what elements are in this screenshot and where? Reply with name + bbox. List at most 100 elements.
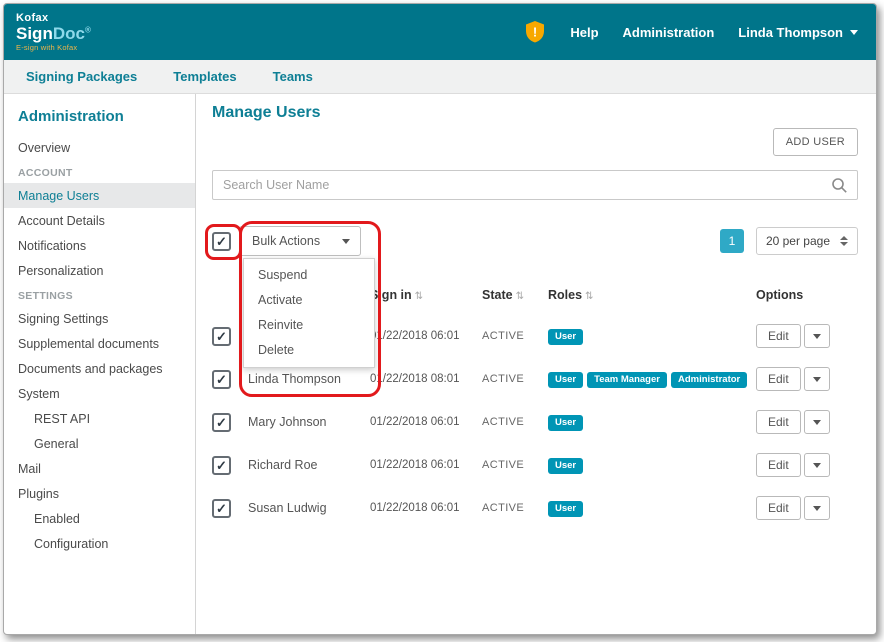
sign-in-date: 01/22/2018 08:01 [370,373,482,385]
options-cell: Edit [756,496,858,520]
svg-text:!: ! [533,25,537,40]
per-page-select[interactable]: 20 per page [756,227,858,255]
brand-tagline: E-sign with Kofax [16,44,91,52]
state-value: ACTIVE [482,330,548,342]
edit-button[interactable]: Edit [756,367,801,391]
kofax-signdoc-logo[interactable]: Kofax SignDoc® E-sign with Kofax [16,13,91,52]
warning-icon[interactable]: ! [524,20,546,44]
bulk-actions-label: Bulk Actions [240,234,332,248]
bulk-actions-caret [332,227,360,255]
sidebar-item-general[interactable]: General [4,431,195,456]
menu-item-suspend[interactable]: Suspend [244,263,374,288]
state-value: ACTIVE [482,373,548,385]
sidebar-item-rest-api[interactable]: REST API [4,406,195,431]
chevron-down-icon [813,420,821,425]
chevron-down-icon [850,30,858,35]
options-cell: Edit [756,324,858,348]
bulk-actions-button[interactable]: Bulk Actions [239,226,361,256]
column-header-signin[interactable]: Sign in⇅ [370,288,482,302]
row-checkbox[interactable]: ✓ [212,327,231,346]
user-name: Susan Ludwig [248,500,370,517]
sidebar-item-documents-and-packages[interactable]: Documents and packages [4,356,195,381]
edit-button[interactable]: Edit [756,453,801,477]
chevron-down-icon [813,463,821,468]
sidebar-item-plugins[interactable]: Plugins [4,481,195,506]
user-menu[interactable]: Linda Thompson [738,25,858,40]
edit-dropdown-button[interactable] [804,496,830,520]
edit-button[interactable]: Edit [756,410,801,434]
row-checkbox[interactable]: ✓ [212,456,231,475]
nav-teams[interactable]: Teams [273,69,313,84]
edit-button[interactable]: Edit [756,324,801,348]
sidebar-item-configuration[interactable]: Configuration [4,531,195,556]
manage-users-panel: Manage Users ADD USER ✓ Bulk Actions [196,94,876,634]
sidebar-item-notifications[interactable]: Notifications [4,233,195,258]
nav-templates[interactable]: Templates [173,69,236,84]
sidebar-item-system[interactable]: System [4,381,195,406]
add-user-button[interactable]: ADD USER [773,128,858,156]
sidebar-item-enabled[interactable]: Enabled [4,506,195,531]
brand-product-doc: Doc [53,24,85,43]
sidebar-item-overview[interactable]: Overview [4,135,195,160]
search-icon[interactable] [831,177,848,199]
row-checkbox[interactable]: ✓ [212,370,231,389]
role-badge: User [548,501,583,517]
edit-dropdown-button[interactable] [804,324,830,348]
state-value: ACTIVE [482,459,548,471]
registered-mark: ® [85,25,91,34]
sidebar-section-settings: SETTINGS [4,283,195,306]
bulk-actions-toolbar: ✓ Bulk Actions 1 20 per page [212,226,858,256]
admin-sidebar: Administration Overview ACCOUNT Manage U… [4,94,196,634]
sidebar-item-personalization[interactable]: Personalization [4,258,195,283]
nav-signing-packages[interactable]: Signing Packages [26,69,137,84]
table-row: ✓ Susan Ludwig 01/22/2018 06:01 ACTIVE U… [212,488,858,528]
app-window: Kofax SignDoc® E-sign with Kofax ! Help … [3,3,877,635]
chevron-down-icon [813,506,821,511]
menu-item-reinvite[interactable]: Reinvite [244,313,374,338]
role-badge: Administrator [671,372,747,388]
help-link[interactable]: Help [570,25,598,40]
brand-company: Kofax [16,13,91,24]
topbar-actions: ! Help Administration Linda Thompson [524,20,858,44]
bulk-actions-menu: Suspend Activate Reinvite Delete [243,258,375,368]
administration-link[interactable]: Administration [623,25,715,40]
options-cell: Edit [756,453,858,477]
roles-cell: UserTeam ManagerAdministrator [548,371,756,388]
user-name: Linda Thompson [248,371,370,388]
edit-dropdown-button[interactable] [804,367,830,391]
sidebar-item-manage-users[interactable]: Manage Users [4,183,195,208]
brand-product-sign: Sign [16,24,53,43]
column-header-state[interactable]: State⇅ [482,288,548,302]
row-checkbox[interactable]: ✓ [212,499,231,518]
sidebar-item-supplemental-documents[interactable]: Supplemental documents [4,331,195,356]
column-header-roles[interactable]: Roles⇅ [548,288,756,302]
edit-dropdown-button[interactable] [804,453,830,477]
sort-icon: ⇅ [516,291,524,302]
options-cell: Edit [756,410,858,434]
role-badge: Team Manager [587,372,667,388]
pagination-controls: 1 20 per page [720,227,858,255]
sidebar-item-mail[interactable]: Mail [4,456,195,481]
brand-product: SignDoc® [16,25,91,42]
state-value: ACTIVE [482,416,548,428]
chevron-down-icon [813,334,821,339]
select-updown-icon [840,236,848,246]
sidebar-item-signing-settings[interactable]: Signing Settings [4,306,195,331]
roles-cell: User [548,500,756,517]
roles-cell: User [548,328,756,345]
select-all-checkbox[interactable]: ✓ [212,232,231,251]
table-row: ✓ Richard Roe 01/22/2018 06:01 ACTIVE Us… [212,445,858,485]
row-checkbox[interactable]: ✓ [212,413,231,432]
sort-icon: ⇅ [415,291,423,302]
sign-in-date: 01/22/2018 06:01 [370,330,482,342]
menu-item-activate[interactable]: Activate [244,288,374,313]
edit-button[interactable]: Edit [756,496,801,520]
pagination-page-1[interactable]: 1 [720,229,744,253]
edit-dropdown-button[interactable] [804,410,830,434]
menu-item-delete[interactable]: Delete [244,338,374,363]
sidebar-title: Administration [4,106,195,135]
page-title: Manage Users [212,104,858,122]
sidebar-item-account-details[interactable]: Account Details [4,208,195,233]
search-input[interactable] [212,170,858,200]
search-row [212,170,858,200]
